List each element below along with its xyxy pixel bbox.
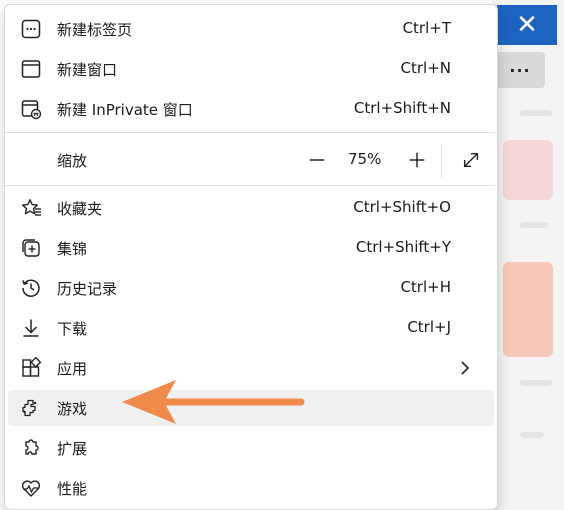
inprivate-icon [20,98,42,120]
menu-item-new-window[interactable]: 新建窗口 Ctrl+N [8,51,494,87]
performance-icon [20,477,42,499]
menu-item-performance[interactable]: 性能 [8,470,494,506]
zoom-row: 缩放 75% [8,138,494,182]
zoom-divider [441,144,442,178]
zoom-in-button[interactable] [401,144,433,176]
menu-item-label: 游戏 [57,400,88,418]
favorites-icon [20,197,42,219]
menu-item-label: 集锦 [57,240,88,258]
menu-item-label: 下载 [57,320,88,338]
extensions-icon [20,437,42,459]
new-tab-icon [20,18,42,40]
fullscreen-icon [463,152,479,168]
zoom-level-value: 75% [348,150,382,168]
page-content-line [520,222,548,228]
zoom-label: 缩放 [57,152,88,170]
page-content-image [503,262,553,357]
menu-item-label: 新建窗口 [57,61,118,79]
menu-item-new-tab[interactable]: 新建标签页 Ctrl+T [8,11,494,47]
menu-item-label: 收藏夹 [57,200,103,218]
fullscreen-button[interactable] [455,144,487,176]
annotation-arrow [122,380,305,424]
minus-icon [309,159,325,161]
page-content-image [503,140,553,200]
page-content-line [520,380,552,386]
window-close-button[interactable]: ✕ [497,5,557,45]
chevron-right-icon [454,357,476,379]
menu-separator [5,132,495,133]
close-icon: ✕ [516,10,538,40]
settings-and-more-button[interactable]: ··· [495,52,545,88]
menu-item-shortcut: Ctrl+J [407,318,451,336]
menu-item-shortcut: Ctrl+H [400,278,451,296]
menu-item-collections[interactable]: 集锦 Ctrl+Shift+Y [8,230,494,266]
menu-item-shortcut: Ctrl+Shift+N [353,99,451,117]
menu-item-label: 新建 InPrivate 窗口 [57,101,193,119]
apps-icon [20,357,42,379]
zoom-out-button[interactable] [301,144,333,176]
menu-item-label: 新建标签页 [57,21,133,39]
menu-item-shortcut: Ctrl+Shift+Y [355,238,451,256]
download-icon [20,317,42,339]
menu-item-extensions[interactable]: 扩展 [8,430,494,466]
history-icon [20,277,42,299]
menu-item-favorites[interactable]: 收藏夹 Ctrl+Shift+O [8,190,494,226]
more-icon: ··· [509,60,531,80]
menu-item-shortcut: Ctrl+Shift+O [353,198,451,216]
menu-item-downloads[interactable]: 下载 Ctrl+J [8,310,494,346]
menu-item-label: 扩展 [57,440,88,458]
menu-item-label: 应用 [57,360,88,378]
page-content-line [520,432,544,438]
plus-icon [409,152,425,168]
settings-menu: 新建标签页 Ctrl+T 新建窗口 Ctrl+N 新建 InPrivate 窗口… [4,4,498,510]
menu-item-label: 性能 [57,480,88,498]
menu-item-label: 历史记录 [57,280,118,298]
menu-separator [5,185,495,186]
page-content-line [520,110,552,116]
games-icon [20,397,42,419]
collections-icon [20,237,42,259]
new-window-icon [20,58,42,80]
menu-item-history[interactable]: 历史记录 Ctrl+H [8,270,494,306]
menu-item-shortcut: Ctrl+T [402,19,451,37]
menu-item-new-inprivate-window[interactable]: 新建 InPrivate 窗口 Ctrl+Shift+N [8,91,494,127]
menu-item-shortcut: Ctrl+N [400,59,451,77]
